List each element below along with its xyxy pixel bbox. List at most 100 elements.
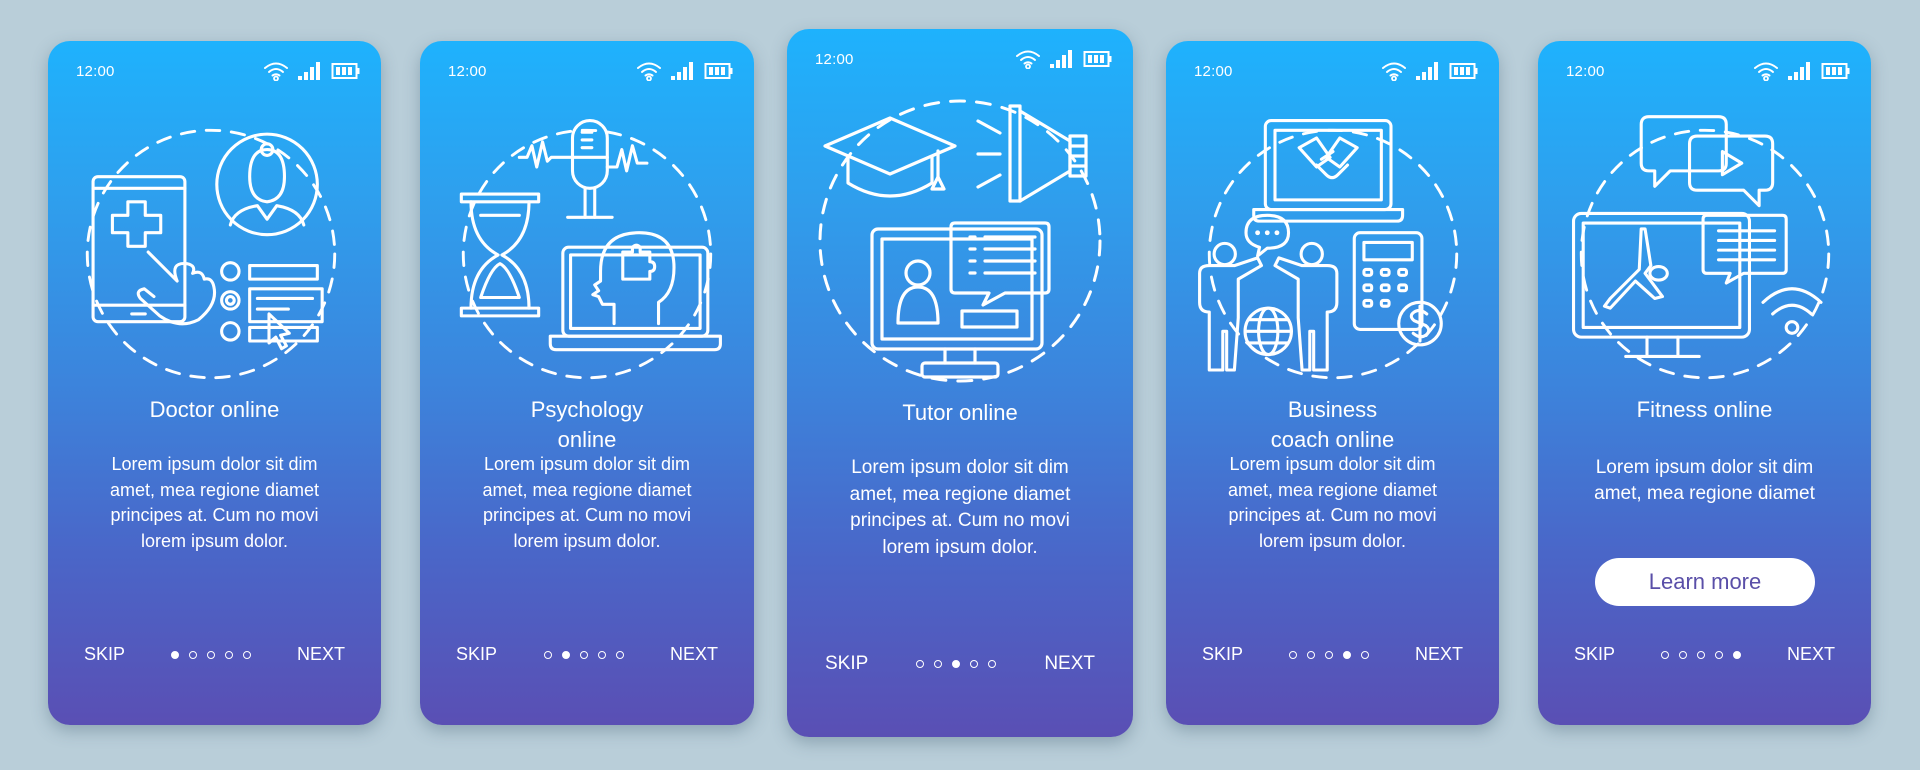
wifi-icon bbox=[1753, 61, 1779, 81]
status-bar: 12:00 bbox=[1566, 61, 1851, 81]
next-button[interactable]: NEXT bbox=[1044, 653, 1095, 675]
next-button[interactable]: NEXT bbox=[1415, 644, 1463, 665]
page-indicator bbox=[916, 660, 997, 668]
screen-description: Lorem ipsum dolor sit dim amet, mea regi… bbox=[1594, 457, 1815, 504]
onboarding-screen-psychology: 12:00 Psychology online Lorem ipsum dolo… bbox=[420, 41, 754, 725]
graduation-cap-icon bbox=[823, 116, 957, 198]
page-indicator bbox=[1661, 650, 1741, 659]
onboarding-footer: SKIP NEXT bbox=[84, 644, 345, 665]
signal-icon bbox=[670, 61, 696, 81]
wifi-icon bbox=[1015, 49, 1041, 69]
onboarding-footer: SKIP NEXT bbox=[456, 644, 718, 665]
status-time: 12:00 bbox=[448, 62, 487, 80]
signal-icon bbox=[1415, 61, 1441, 81]
page-dot-4[interactable] bbox=[1715, 650, 1723, 659]
chat-lines-icon bbox=[1701, 213, 1788, 285]
page-dot-4[interactable] bbox=[597, 650, 606, 659]
page-dot-5[interactable] bbox=[243, 650, 251, 659]
onboarding-screen-fitness: 12:00 Fitness online Lorem ipsum dolor s… bbox=[1538, 41, 1871, 725]
screen-title: Doctor online bbox=[149, 397, 280, 422]
people-discussion-icon bbox=[1197, 213, 1338, 372]
psychology-online-illustration bbox=[420, 109, 754, 429]
doctor-avatar-icon bbox=[214, 132, 319, 237]
status-bar: 12:00 bbox=[76, 61, 361, 81]
onboarding-screen-business-coach: 12:00 Business coach online Lorem ipsum … bbox=[1166, 41, 1499, 725]
page-dot-5[interactable] bbox=[1361, 650, 1369, 659]
status-bar: 12:00 bbox=[1194, 61, 1479, 81]
screen-description: Lorem ipsum dolor sit dim amet, mea regi… bbox=[849, 457, 1071, 558]
page-indicator bbox=[1289, 650, 1369, 659]
onboarding-screen-doctor: 12:00 Doctor online Lorem ipsum dolor si… bbox=[48, 41, 381, 725]
microphone-icon bbox=[566, 119, 614, 219]
page-dot-3[interactable] bbox=[1697, 650, 1705, 659]
business-coach-illustration bbox=[1166, 109, 1499, 429]
signal-icon bbox=[1049, 49, 1075, 69]
form-options-icon bbox=[219, 261, 324, 351]
battery-icon bbox=[1449, 62, 1479, 80]
page-dot-4[interactable] bbox=[970, 660, 979, 668]
fitness-online-illustration bbox=[1538, 109, 1871, 429]
hand-pointer-icon bbox=[136, 250, 216, 326]
wireless-signal-icon bbox=[1760, 287, 1823, 335]
wifi-icon bbox=[636, 61, 662, 81]
screen-title: Psychology online bbox=[530, 397, 644, 452]
monitor-tutor-icon bbox=[870, 227, 1044, 379]
tutor-online-illustration bbox=[787, 97, 1133, 417]
signal-icon bbox=[297, 61, 323, 81]
status-time: 12:00 bbox=[1566, 62, 1605, 80]
laptop-handshake-icon bbox=[1251, 119, 1404, 223]
page-dot-1[interactable] bbox=[916, 660, 925, 668]
wifi-icon bbox=[263, 61, 289, 81]
dashed-circle-decoration bbox=[1579, 128, 1830, 380]
onboarding-footer: SKIP NEXT bbox=[1574, 644, 1835, 665]
battery-icon bbox=[1821, 62, 1851, 80]
globe-icon bbox=[1242, 306, 1293, 357]
status-time: 12:00 bbox=[76, 62, 115, 80]
next-button[interactable]: NEXT bbox=[297, 644, 345, 665]
page-dot-2[interactable] bbox=[189, 650, 197, 659]
page-dot-5[interactable] bbox=[615, 650, 624, 659]
skip-button[interactable]: SKIP bbox=[84, 644, 125, 665]
skip-button[interactable]: SKIP bbox=[1574, 644, 1615, 665]
skip-button[interactable]: SKIP bbox=[825, 653, 868, 675]
doctor-online-illustration bbox=[48, 109, 381, 429]
screen-title: Business coach online bbox=[1270, 397, 1395, 452]
page-dot-1-active[interactable] bbox=[171, 650, 179, 659]
page-dot-3[interactable] bbox=[1325, 650, 1333, 659]
screen-title: Fitness online bbox=[1636, 397, 1773, 422]
page-dot-3[interactable] bbox=[207, 650, 215, 659]
status-bar: 12:00 bbox=[448, 61, 734, 81]
learn-more-button[interactable]: Learn more bbox=[1595, 558, 1815, 606]
page-dot-3[interactable] bbox=[579, 650, 588, 659]
onboarding-screen-tutor: 12:00 Tutor online Lorem ipsum dolor sit… bbox=[787, 29, 1133, 737]
hourglass-icon bbox=[459, 192, 541, 318]
page-dot-1[interactable] bbox=[1661, 650, 1669, 659]
onboarding-footer: SKIP NEXT bbox=[825, 653, 1095, 675]
page-dot-1[interactable] bbox=[1289, 650, 1297, 659]
page-dot-4[interactable] bbox=[225, 650, 233, 659]
battery-icon bbox=[704, 62, 734, 80]
medical-cross-icon bbox=[110, 200, 162, 248]
battery-icon bbox=[1083, 50, 1113, 68]
signal-icon bbox=[1787, 61, 1813, 81]
page-dot-2-active[interactable] bbox=[561, 650, 570, 659]
page-dot-5[interactable] bbox=[988, 660, 997, 668]
next-button[interactable]: NEXT bbox=[1787, 644, 1835, 665]
wifi-icon bbox=[1381, 61, 1407, 81]
tablet-icon bbox=[91, 175, 186, 324]
page-dot-5-active[interactable] bbox=[1733, 650, 1741, 659]
page-dot-1[interactable] bbox=[543, 650, 552, 659]
page-dot-2[interactable] bbox=[1679, 650, 1687, 659]
status-time: 12:00 bbox=[1194, 62, 1233, 80]
next-button[interactable]: NEXT bbox=[670, 644, 718, 665]
page-dot-3-active[interactable] bbox=[952, 660, 961, 668]
skip-button[interactable]: SKIP bbox=[456, 644, 497, 665]
page-dot-4-active[interactable] bbox=[1343, 650, 1351, 659]
monitor-yoga-icon bbox=[1571, 211, 1751, 359]
battery-icon bbox=[331, 62, 361, 80]
page-dot-2[interactable] bbox=[934, 660, 943, 668]
skip-button[interactable]: SKIP bbox=[1202, 644, 1243, 665]
page-indicator bbox=[171, 650, 251, 659]
page-indicator bbox=[543, 650, 624, 659]
page-dot-2[interactable] bbox=[1307, 650, 1315, 659]
